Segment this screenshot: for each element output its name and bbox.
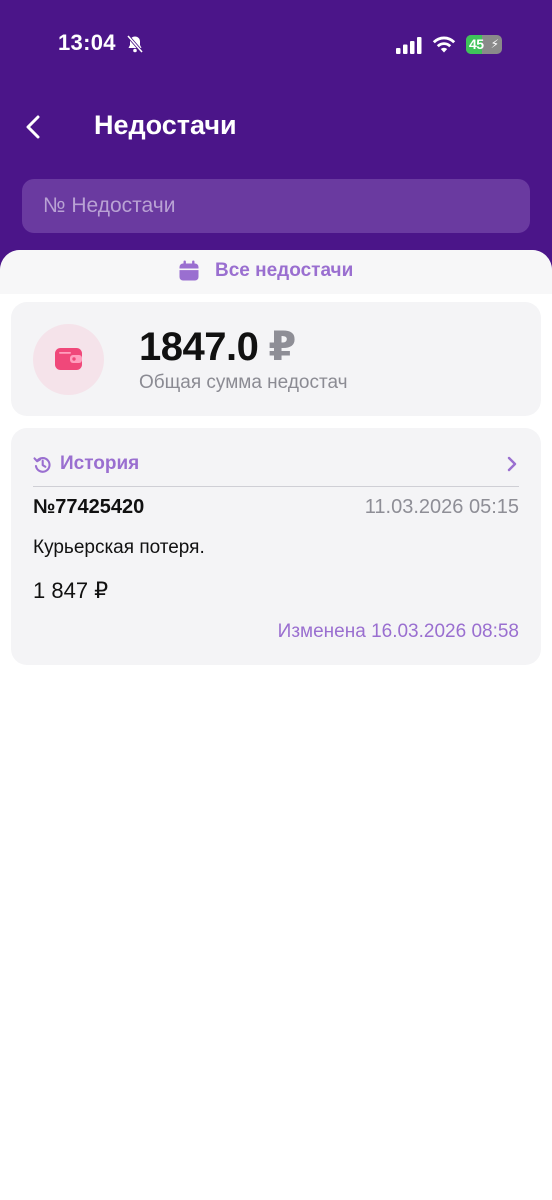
back-button[interactable] [22, 112, 46, 142]
shortage-date: 11.03.2026 05:15 [364, 496, 519, 518]
wifi-icon [432, 36, 456, 53]
total-currency: ₽ [268, 325, 296, 369]
history-icon [33, 456, 51, 473]
filter-label: Все недостачи [215, 260, 354, 281]
history-card[interactable]: История №77425420 11.03.2026 05:15 Курье… [11, 428, 541, 665]
battery-level: 45 [469, 36, 484, 52]
shortage-reason: Курьерская потеря. [33, 537, 205, 558]
total-card: 1847.0 ₽ Общая сумма недостач [11, 302, 541, 416]
bell-off-icon [126, 34, 144, 54]
total-amount-value: 1847.0 [139, 325, 259, 369]
modified-date: Изменена 16.03.2026 08:58 [277, 621, 519, 642]
search-input[interactable] [22, 179, 530, 233]
shortage-number: №77425420 [33, 496, 145, 518]
wallet-avatar [33, 324, 104, 395]
total-caption: Общая сумма недостач [139, 372, 348, 393]
page-title: Недостачи [94, 110, 237, 140]
calendar-icon [179, 260, 199, 281]
status-bar: 13:04 45 ⚡ [0, 0, 552, 90]
status-time: 13:04 [58, 30, 116, 55]
total-amount: 1847.0 ₽ [139, 324, 296, 370]
divider [33, 486, 519, 487]
all-shortages-filter-button[interactable]: Все недостачи [178, 258, 353, 284]
chevron-right-icon[interactable] [507, 456, 517, 472]
signal-icon [396, 37, 422, 54]
history-title: История [60, 453, 140, 474]
bolt-icon: ⚡ [490, 37, 499, 51]
battery-icon: 45 ⚡ [466, 35, 502, 54]
history-header[interactable]: История [33, 450, 519, 478]
wallet-icon [55, 348, 82, 370]
shortage-sum: 1 847 ₽ [33, 578, 109, 603]
